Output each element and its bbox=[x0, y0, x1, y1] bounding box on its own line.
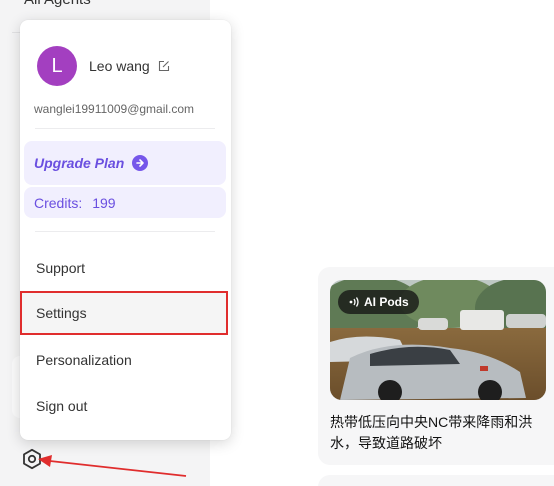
user-email: wanglei19911009@gmail.com bbox=[34, 102, 195, 116]
upgrade-plan-button[interactable]: Upgrade Plan bbox=[24, 141, 226, 185]
account-menu: L Leo wang wanglei19911009@gmail.com Upg… bbox=[20, 20, 231, 440]
user-name: Leo wang bbox=[89, 58, 150, 74]
avatar[interactable]: L bbox=[37, 46, 77, 86]
menu-divider bbox=[35, 128, 215, 129]
ai-pods-label: AI Pods bbox=[364, 295, 409, 309]
sidebar-item-all-agents[interactable]: All Agents bbox=[24, 0, 91, 8]
credits-label: Credits: bbox=[34, 194, 83, 211]
news-image: AI Pods bbox=[330, 280, 546, 400]
edit-icon[interactable] bbox=[158, 59, 170, 72]
credits-value: 199 bbox=[92, 194, 116, 211]
settings-gear-icon[interactable] bbox=[20, 447, 44, 471]
menu-item-personalization[interactable]: Personalization bbox=[36, 352, 132, 368]
menu-item-settings-label: Settings bbox=[36, 305, 87, 321]
podcast-wave-icon bbox=[349, 297, 359, 307]
app-page: All Agents bbox=[0, 0, 554, 486]
arrow-right-icon bbox=[132, 155, 149, 171]
menu-item-support[interactable]: Support bbox=[36, 260, 85, 276]
news-title: 热带低压向中央NC带来降雨和洪水，导致道路破坏 bbox=[330, 414, 533, 451]
menu-divider bbox=[35, 231, 215, 232]
menu-item-sign-out[interactable]: Sign out bbox=[36, 398, 87, 414]
upgrade-plan-label: Upgrade Plan bbox=[34, 155, 125, 171]
ai-pods-badge[interactable]: AI Pods bbox=[338, 290, 419, 314]
credits-row: Credits: 199 bbox=[24, 187, 226, 218]
next-card-background bbox=[318, 475, 554, 486]
news-card[interactable]: AI Pods 热带低压向中央NC带来降雨和洪水，导致道路破坏 bbox=[330, 280, 546, 454]
menu-item-settings[interactable]: Settings bbox=[20, 291, 228, 335]
